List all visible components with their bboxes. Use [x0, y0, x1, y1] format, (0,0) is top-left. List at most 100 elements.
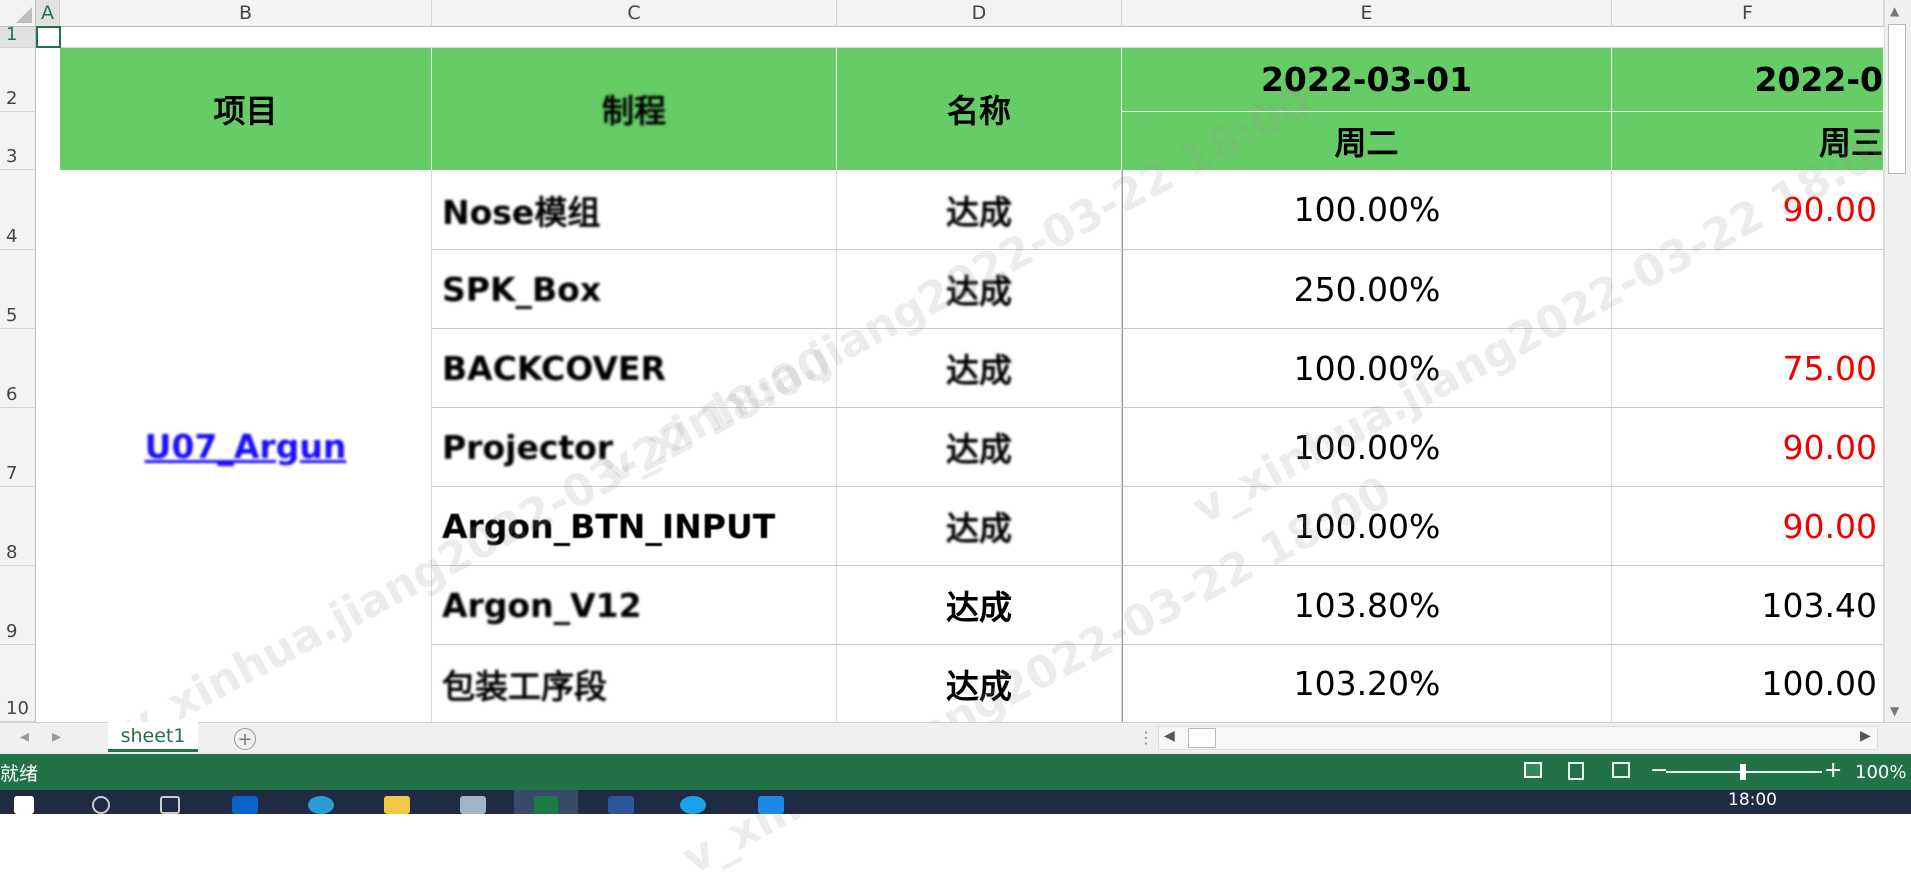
file-explorer-icon[interactable]: [384, 796, 410, 814]
page-layout-icon[interactable]: [1568, 762, 1584, 780]
taskbar-clock[interactable]: 18:00: [1728, 790, 1777, 810]
column-header-d[interactable]: D: [837, 0, 1122, 27]
process-text: SPK_Box: [442, 269, 602, 309]
header-project[interactable]: 项目: [60, 48, 432, 170]
name-text: 达成: [946, 272, 1012, 311]
name-text: 达成: [946, 509, 1012, 548]
tab-next-icon[interactable]: ▸: [52, 726, 61, 747]
row-header-7[interactable]: 7: [0, 408, 36, 487]
name-text: 达成: [946, 351, 1012, 390]
select-all-corner[interactable]: [0, 0, 36, 27]
column-header-f[interactable]: F: [1612, 0, 1884, 27]
search-icon[interactable]: [92, 796, 110, 814]
process-cell[interactable]: Argon_BTN_INPUT: [432, 487, 837, 566]
vertical-scroll-thumb[interactable]: [1888, 24, 1906, 174]
name-text: 达成: [946, 192, 1012, 232]
row-header-6[interactable]: 6: [0, 329, 36, 408]
row-header-4[interactable]: 4: [0, 170, 36, 250]
tab-prev-icon[interactable]: ◂: [20, 726, 29, 747]
process-cell[interactable]: Argon_V12: [432, 566, 837, 645]
value-cell-e[interactable]: 100.00%: [1122, 329, 1612, 408]
scroll-left-icon[interactable]: ◀: [1164, 728, 1175, 744]
app-icon[interactable]: [460, 796, 486, 814]
project-cell[interactable]: U07_Argun: [60, 170, 432, 722]
process-text: Argon_BTN_INPUT: [442, 506, 776, 546]
header-date-1[interactable]: 2022-03-01: [1122, 48, 1612, 112]
row-header-5[interactable]: 5: [0, 250, 36, 329]
select-all-triangle-icon: [16, 7, 32, 23]
name-cell[interactable]: 达成: [837, 250, 1122, 329]
add-sheet-icon[interactable]: +: [234, 728, 256, 750]
header-date-2[interactable]: 2022-0: [1612, 48, 1884, 112]
name-text: 达成: [946, 588, 1012, 627]
edge-icon[interactable]: [308, 796, 334, 814]
splitter-handle-icon[interactable]: ⋮: [1138, 728, 1154, 747]
windows-start-icon[interactable]: [14, 796, 34, 814]
value-cell-f[interactable]: 103.40: [1612, 566, 1884, 645]
process-cell[interactable]: Projector: [432, 408, 837, 487]
horizontal-scroll-thumb[interactable]: [1188, 728, 1216, 748]
value-cell-e[interactable]: 103.80%: [1122, 566, 1612, 645]
app-icon-2[interactable]: [758, 796, 784, 814]
name-cell[interactable]: 达成: [837, 329, 1122, 408]
row-header-1[interactable]: 1: [0, 24, 36, 48]
value-cell-f[interactable]: 100.00: [1612, 645, 1884, 722]
value-cell-e[interactable]: 250.00%: [1122, 250, 1612, 329]
row-header-8[interactable]: 8: [0, 487, 36, 566]
value-cell-f[interactable]: [1612, 250, 1884, 329]
row-header-10[interactable]: 10: [0, 645, 36, 722]
horizontal-scrollbar[interactable]: [1158, 726, 1878, 750]
project-link[interactable]: U07_Argun: [145, 427, 347, 466]
value-cell-e[interactable]: 100.00%: [1122, 408, 1612, 487]
task-view-icon[interactable]: [160, 796, 180, 814]
process-text: BACKCOVER: [442, 348, 666, 388]
sheet-tab-sheet1[interactable]: sheet1: [108, 722, 198, 752]
process-cell[interactable]: SPK_Box: [432, 250, 837, 329]
scroll-right-icon[interactable]: ▶: [1860, 728, 1871, 744]
row-header-9[interactable]: 9: [0, 566, 36, 645]
normal-view-icon[interactable]: [1524, 762, 1542, 778]
header-weekday-1[interactable]: 周二: [1122, 112, 1612, 170]
process-text: Argon_V12: [442, 585, 642, 625]
name-cell[interactable]: 达成: [837, 487, 1122, 566]
word-icon[interactable]: [608, 796, 634, 814]
column-header-a[interactable]: A: [36, 0, 60, 27]
scroll-down-icon[interactable]: ▼: [1890, 704, 1899, 718]
row-header-2[interactable]: 2: [0, 48, 36, 112]
chat-icon[interactable]: [680, 796, 706, 814]
value-cell-e[interactable]: 100.00%: [1122, 170, 1612, 250]
active-cell-a1[interactable]: [36, 26, 61, 48]
value-cell-f[interactable]: 90.00: [1612, 170, 1884, 250]
column-header-c[interactable]: C: [432, 0, 837, 27]
zoom-slider-thumb[interactable]: [1740, 764, 1746, 780]
value-cell-f[interactable]: 90.00: [1612, 487, 1884, 566]
name-cell[interactable]: 达成: [837, 170, 1122, 250]
zoom-in-icon[interactable]: +: [1824, 758, 1842, 783]
name-text: 达成: [946, 430, 1012, 469]
name-cell[interactable]: 达成: [837, 645, 1122, 722]
value-cell-e[interactable]: 100.00%: [1122, 487, 1612, 566]
process-cell[interactable]: BACKCOVER: [432, 329, 837, 408]
header-name[interactable]: 名称: [837, 48, 1122, 170]
page-break-preview-icon[interactable]: [1612, 762, 1630, 778]
process-cell[interactable]: Nose模组: [432, 170, 837, 250]
name-cell[interactable]: 达成: [837, 408, 1122, 487]
value-cell-e[interactable]: 103.20%: [1122, 645, 1612, 722]
column-header-e[interactable]: E: [1122, 0, 1612, 27]
status-ready: 就绪: [0, 762, 39, 785]
process-text: 包装工序段: [442, 666, 607, 706]
header-process[interactable]: 制程: [432, 48, 837, 170]
header-weekday-2[interactable]: 周三: [1612, 112, 1884, 170]
process-text: Projector: [442, 427, 614, 467]
taskbar: [0, 790, 1911, 814]
column-header-b[interactable]: B: [60, 0, 432, 27]
name-cell[interactable]: 达成: [837, 566, 1122, 645]
value-cell-f[interactable]: 75.00: [1612, 329, 1884, 408]
process-cell[interactable]: 包装工序段: [432, 645, 837, 722]
row-header-3[interactable]: 3: [0, 112, 36, 170]
scroll-up-icon[interactable]: ▲: [1890, 4, 1899, 18]
zoom-level[interactable]: 100%: [1855, 762, 1906, 783]
value-cell-f[interactable]: 90.00: [1612, 408, 1884, 487]
outlook-icon[interactable]: [232, 796, 258, 814]
taskbar-active-app[interactable]: [514, 790, 578, 814]
